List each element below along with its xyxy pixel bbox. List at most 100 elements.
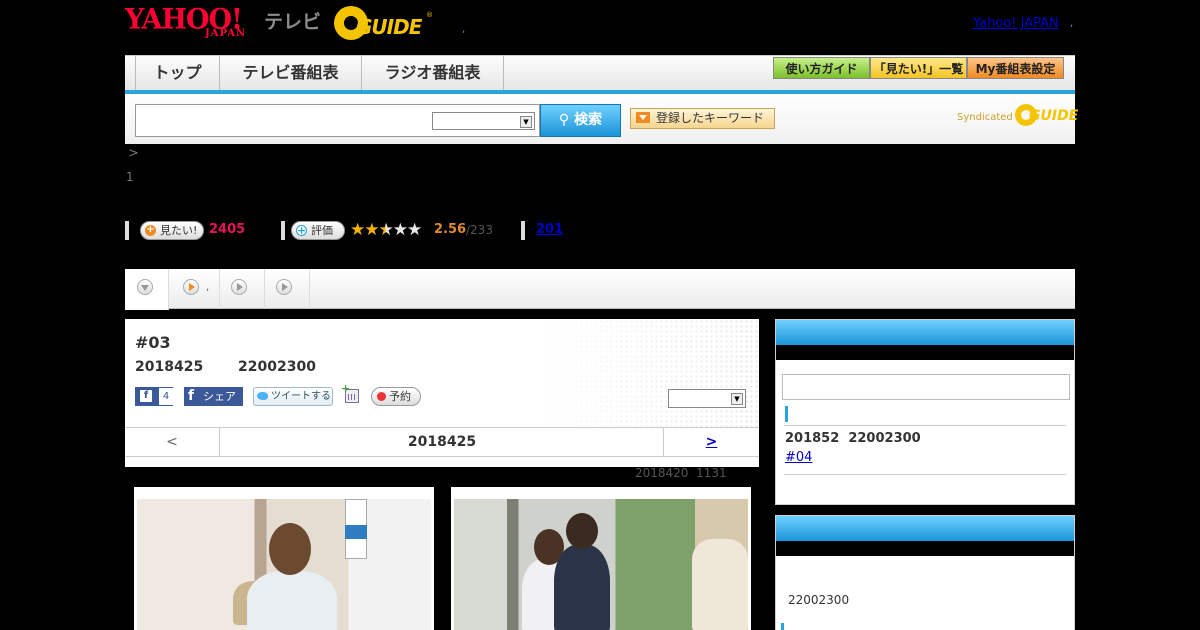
episode-select[interactable]: ▼	[668, 389, 746, 408]
dropdown-arrow-icon	[636, 112, 650, 123]
episode-time: 22002300	[238, 359, 316, 375]
syndicated-label: Syndicated	[957, 112, 1013, 123]
decorative-dot-pattern	[539, 319, 759, 429]
episode-photo[interactable]	[451, 487, 751, 630]
photo-figure	[566, 513, 598, 549]
registered-keyword-button[interactable]: 登録したキーワード	[630, 108, 775, 129]
next-broadcast-datetime: 201852 22002300	[785, 431, 921, 446]
episode-title: #03	[135, 333, 171, 352]
updated-date: 2018420	[635, 466, 689, 480]
tab-episodes[interactable]	[169, 269, 220, 309]
syndicated-logo-text: GUIDE	[1029, 108, 1079, 124]
star-filled-icon: ★★	[350, 220, 380, 240]
play-arrow-icon	[231, 279, 247, 295]
facebook-icon: f	[188, 388, 195, 404]
episode-photo-image	[454, 499, 748, 630]
review-count-link[interactable]: 201	[536, 222, 563, 237]
nav-tab-top[interactable]: トップ	[135, 56, 220, 90]
logo-japan-text: JAPAN	[205, 28, 247, 39]
rating-stars: ★★★★★	[350, 220, 423, 240]
gguide-registered-mark: ®	[426, 11, 433, 19]
tab-separator: ,	[206, 282, 210, 293]
episode-pager: < 2018425 >	[125, 427, 759, 457]
star-empty-icon: ★★	[392, 220, 423, 240]
episode-date: 2018425	[135, 359, 204, 375]
record-icon	[377, 392, 386, 401]
usage-guide-button[interactable]: 使い方ガイド	[773, 57, 870, 79]
facebook-share-button[interactable]: f シェア	[184, 387, 243, 406]
next-episode-link[interactable]: >	[663, 428, 759, 456]
play-arrow-icon	[183, 279, 199, 295]
mitai-button-label: 見たい!	[160, 224, 198, 237]
rating-count: /233	[466, 223, 493, 237]
my-schedule-settings-button[interactable]: My番組表設定	[967, 57, 1064, 79]
yahoo-japan-logo[interactable]: YAHOO! JAPAN	[125, 3, 265, 42]
episode-photo-image	[137, 499, 431, 630]
episode-panel: #03 2018425 22002300 f4 f シェア ツイートする 予約 ▼…	[125, 319, 759, 467]
nav-tab-tv-schedule[interactable]: テレビ番組表	[220, 56, 362, 90]
next-broadcast-panel: 201852 22002300 #04	[775, 319, 1075, 505]
yahoo-link-separator: ,	[1070, 18, 1074, 29]
tab-cast[interactable]	[220, 269, 265, 309]
panel-header	[776, 516, 1074, 541]
stat-divider	[521, 221, 525, 240]
plus-icon: +	[296, 224, 307, 237]
updated-time: 1131	[696, 466, 727, 480]
play-arrow-icon	[276, 279, 292, 295]
panel-header	[776, 320, 1074, 345]
next-episode-title-link[interactable]: #04	[785, 450, 812, 465]
facebook-count-value: 4	[159, 388, 173, 405]
yahoo-japan-link[interactable]: Yahoo! JAPAN	[973, 16, 1059, 31]
broadcast-time: 22002300	[788, 593, 850, 607]
chevron-down-icon	[137, 279, 153, 295]
search-category-select[interactable]: ▼	[432, 112, 535, 130]
star-half-icon: ★	[378, 220, 393, 240]
gguide-logo[interactable]: GUIDE ®	[334, 6, 434, 40]
registered-keyword-label: 登録したキーワード	[656, 111, 765, 125]
section-marker	[785, 406, 788, 422]
rating-score: 2.56	[434, 222, 467, 237]
rating-button-label: 評価	[311, 224, 333, 237]
plus-icon: +	[145, 224, 156, 236]
facebook-like-count[interactable]: f4	[135, 387, 173, 406]
tweet-button[interactable]: ツイートする	[253, 387, 333, 406]
reserve-recording-button[interactable]: 予約	[371, 387, 421, 406]
mitai-button[interactable]: + 見たい!	[140, 221, 204, 240]
rating-button[interactable]: + 評価	[291, 221, 345, 240]
header-separator: ,	[462, 24, 466, 35]
reserve-button-label: 予約	[389, 390, 411, 403]
twitter-bird-icon	[257, 392, 268, 400]
stat-divider	[281, 221, 285, 240]
facebook-share-label: シェア	[203, 390, 236, 403]
gguide-logo-text: GUIDE	[356, 15, 422, 39]
facebook-icon: f	[140, 390, 152, 402]
logo-tv-text[interactable]: テレビ	[264, 7, 321, 34]
last-updated: 2018420 1131	[635, 466, 727, 480]
nav-tab-radio-schedule[interactable]: ラジオ番組表	[362, 56, 504, 90]
chevron-down-icon: ▼	[731, 393, 743, 405]
syndicated-gguide-logo: Syndicated GUIDE	[957, 104, 1078, 128]
panel-subheader	[776, 345, 1074, 360]
panel-subheader	[776, 541, 1074, 556]
divider	[784, 474, 1066, 475]
episode-photo[interactable]	[134, 487, 434, 630]
search-area: ▼ ⚲ 検索 登録したキーワード Syndicated GUIDE	[125, 94, 1078, 144]
stat-divider	[125, 221, 129, 240]
tab-program-info[interactable]	[125, 269, 169, 310]
add-calendar-icon[interactable]	[341, 382, 359, 403]
sidebar-search-input[interactable]	[782, 374, 1070, 400]
chevron-down-icon: ▼	[520, 116, 532, 128]
breadcrumb-arrow: >	[128, 146, 139, 161]
photo-figure	[269, 523, 311, 575]
program-tabstrip	[125, 269, 1075, 310]
tab-reviews[interactable]	[265, 269, 310, 309]
search-icon: ⚲	[558, 112, 570, 128]
photo-sign	[345, 525, 367, 539]
search-button[interactable]: ⚲ 検索	[540, 104, 621, 137]
next-broadcast-time: 22002300	[848, 431, 921, 446]
mitai-list-button[interactable]: 「見たい!」一覧	[870, 57, 967, 79]
mitai-count: 2405	[209, 222, 246, 237]
previous-episode-button[interactable]: <	[125, 428, 220, 456]
next-broadcast-date: 201852	[785, 431, 840, 446]
divider	[784, 425, 1066, 426]
